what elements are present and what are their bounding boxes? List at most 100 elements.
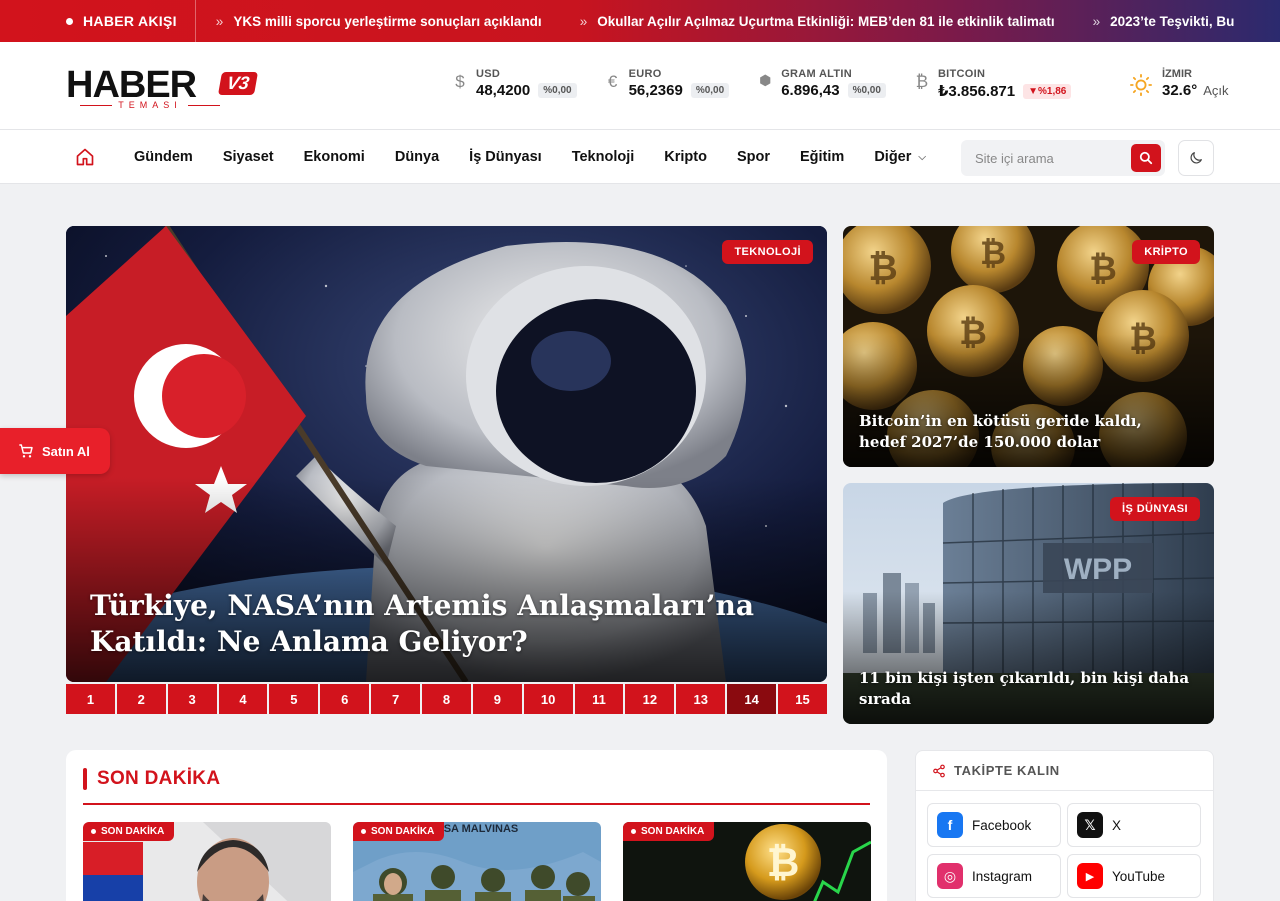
pager-item[interactable]: 13 (676, 684, 726, 714)
market-label: GRAM ALTIN (781, 68, 853, 80)
nav-item-gundem[interactable]: Gündem (134, 149, 193, 165)
svg-text:USA MALVINAS: USA MALVINAS (436, 823, 519, 835)
gold-icon: ⬢ (759, 72, 772, 88)
market-change: %0,00 (847, 83, 886, 98)
ticker-item[interactable]: » Okullar Açılır Açılmaz Uçurtma Etkinliğ… (560, 14, 1073, 29)
hero-pager: 1 2 3 4 5 6 7 8 9 10 11 12 13 14 15 (66, 684, 827, 714)
side-news-title[interactable]: 11 bin kişi işten çıkarıldı, bin kişi da… (859, 668, 1190, 710)
nav-item-dunya[interactable]: Dünya (395, 149, 439, 165)
market-value: ₺3.856.871 (937, 83, 1016, 100)
ticker-item-text: Okullar Açılır Açılmaz Uçurtma Etkinliği… (597, 13, 1055, 29)
buy-button[interactable]: Satın Al (0, 428, 110, 474)
nav-item-egitim[interactable]: Eğitim (800, 149, 844, 165)
section-marker (83, 768, 87, 790)
search-box (961, 140, 1165, 176)
pager-item[interactable]: 15 (778, 684, 827, 714)
svg-text:₿: ₿ (767, 840, 800, 886)
side-news-card[interactable]: WPP İŞ DÜNYASI 11 bin kişi işten çıkarıl… (843, 483, 1214, 724)
market-label: BITCOIN (937, 68, 986, 80)
market-change: %0,00 (690, 83, 730, 98)
ticker-item[interactable]: » YKS milli sporcu yerleştirme sonuçları … (196, 14, 560, 29)
pager-item[interactable]: 9 (472, 684, 522, 714)
nav-item-spor[interactable]: Spor (737, 149, 770, 165)
breaking-ticker: HABER AKIŞI » YKS milli sporcu yerleştirm… (0, 0, 1280, 42)
nav-item-kripto[interactable]: Kripto (664, 149, 707, 165)
market-label: USD (476, 68, 501, 80)
weather-widget: İZMIR 32.6° Açık (1130, 68, 1229, 99)
nav-item-diger[interactable]: Diğer ⌵ (874, 149, 926, 165)
follow-widget: TAKİPTE KALIN f Facebook 𝕏 X ◎ Instagram… (915, 750, 1214, 901)
search-button[interactable] (1131, 144, 1161, 172)
breaking-card-badge-text: SON DAKİKA (641, 826, 705, 837)
market-euro: € EURO 56,2369 %0,00 (605, 68, 730, 100)
side-category-badge[interactable]: İŞ DÜNYASI (1110, 497, 1200, 521)
ticker-label-text: HABER AKIŞI (83, 13, 177, 29)
nav-item-siyaset[interactable]: Siyaset (223, 149, 274, 165)
hero-title[interactable]: Türkiye, NASA’nın Artemis Anlaşmaları’na… (90, 588, 787, 660)
market-label: EURO (628, 68, 662, 80)
site-header: HABER V3 TEMASI $ USD 48,4200 %0,00 € EUR… (0, 42, 1280, 130)
hero-category-badge[interactable]: TEKNOLOJİ (722, 240, 813, 264)
market-value: 48,4200 (476, 82, 531, 99)
chevron-right-icon: » (215, 13, 224, 29)
market-gold: ⬢ GRAM ALTIN 6.896,43 %0,00 (757, 68, 886, 100)
market-change: ▼%1,86 (1023, 83, 1072, 99)
market-change: %0,00 (538, 83, 577, 98)
side-news-card[interactable]: ₿₿₿₿₿ KRİPTO Bitcoin’in en kötüsü geride… (843, 226, 1214, 467)
social-label: YouTube (1112, 868, 1166, 884)
market-usd: $ USD 48,4200 %0,00 (452, 68, 577, 100)
chevron-right-icon: » (579, 13, 588, 29)
chevron-right-icon: » (1092, 13, 1101, 29)
breaking-card-badge: SON DAKİKA (83, 822, 175, 841)
cart-icon (19, 444, 33, 458)
instagram-icon: ◎ (937, 863, 963, 889)
euro-icon: € (607, 72, 618, 91)
social-label: Instagram (972, 868, 1033, 884)
breaking-card[interactable]: USA MALVINAS SON DAKİKA (353, 822, 601, 901)
bitcoin-icon: ₿ (915, 72, 929, 91)
breaking-card[interactable]: SON DAKİKA (83, 822, 331, 901)
nav-item-is-dunyasi[interactable]: İş Dünyası (469, 149, 542, 165)
pager-item[interactable]: 7 (371, 684, 421, 714)
breaking-card[interactable]: ₿ SON DAKİKA (623, 822, 871, 901)
pager-item[interactable]: 1 (66, 684, 115, 714)
pager-item[interactable]: 11 (574, 684, 624, 714)
market-bitcoin: ₿ BITCOIN ₺3.856.871 ▼%1,86 (914, 68, 1072, 100)
ticker-item-text: 2023’te Teşvikti, Bu (1110, 13, 1235, 29)
ticker-label: HABER AKIŞI (0, 0, 196, 42)
pager-item[interactable]: 4 (218, 684, 268, 714)
side-category-badge[interactable]: KRİPTO (1132, 240, 1200, 264)
dark-mode-toggle[interactable] (1178, 140, 1214, 176)
breaking-card-badge: SON DAKİKA (623, 822, 715, 841)
chevron-down-icon: ⌵ (918, 151, 926, 163)
side-news-title[interactable]: Bitcoin’in en kötüsü geride kaldı, hedef… (859, 411, 1190, 453)
pager-item[interactable]: 6 (320, 684, 370, 714)
pager-item[interactable]: 2 (116, 684, 166, 714)
ticker-item-text: YKS milli sporcu yerleştirme sonuçları a… (233, 13, 542, 29)
site-logo[interactable]: HABER V3 TEMASI (66, 64, 259, 110)
ticker-item[interactable]: » 2023’te Teşvikti, Bu (1073, 14, 1253, 29)
logo-badge: V3 (217, 72, 259, 95)
nav-item-ekonomi[interactable]: Ekonomi (304, 149, 365, 165)
nav-item-teknoloji[interactable]: Teknoloji (572, 149, 635, 165)
pager-item[interactable]: 8 (422, 684, 471, 714)
instagram-link[interactable]: ◎ Instagram (927, 854, 1061, 898)
breaking-card-badge-text: SON DAKİKA (101, 826, 165, 837)
pager-item[interactable]: 10 (523, 684, 573, 714)
weather-temp: 32.6° (1162, 82, 1198, 99)
x-link[interactable]: 𝕏 X (1067, 803, 1201, 847)
facebook-link[interactable]: f Facebook (927, 803, 1061, 847)
hero-slider[interactable]: TEKNOLOJİ Türkiye, NASA’nın Artemis Anla… (66, 226, 827, 682)
breaking-card-badge-text: SON DAKİKA (371, 826, 435, 837)
facebook-icon: f (937, 812, 963, 838)
pager-item[interactable]: 3 (167, 684, 217, 714)
search-input[interactable] (961, 140, 1121, 176)
weather-condition: Açık (1203, 83, 1229, 98)
youtube-link[interactable]: ▶ YouTube (1067, 854, 1201, 898)
section-divider (83, 803, 870, 805)
pager-item[interactable]: 12 (625, 684, 675, 714)
logo-subtitle-text: TEMASI (118, 100, 182, 110)
pager-item[interactable]: 5 (269, 684, 319, 714)
pager-item-active[interactable]: 14 (727, 684, 777, 714)
home-icon[interactable] (75, 147, 95, 167)
